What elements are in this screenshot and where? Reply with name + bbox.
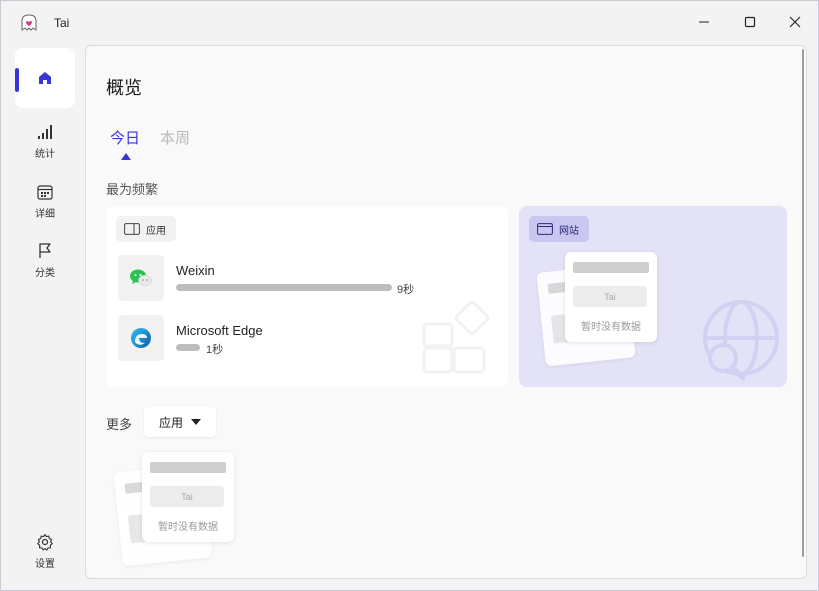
caret-down-icon (191, 419, 201, 425)
more-section-label: 更多 (106, 417, 133, 432)
placeholder-line (150, 462, 226, 473)
sidebar-item-label: 详细 (35, 209, 55, 220)
websites-chip[interactable]: 网站 (529, 216, 589, 242)
sidebar-item-label: 设置 (35, 559, 55, 570)
app-logo-icon (21, 14, 37, 31)
tab-week[interactable]: 本周 (160, 127, 190, 148)
minimize-icon (699, 21, 709, 23)
maximize-button[interactable] (727, 1, 773, 43)
more-type-dropdown[interactable]: 应用 (144, 407, 216, 437)
sidebar-item-label: 统计 (35, 149, 55, 160)
empty-logo-text: Tai (150, 486, 224, 507)
app-icon-container (118, 255, 164, 301)
close-button[interactable] (772, 1, 818, 43)
edge-icon (131, 328, 151, 348)
placeholder-line (573, 262, 649, 273)
empty-card-front: Tai 暂时没有数据 (565, 252, 657, 342)
sidebar-item-stats[interactable]: 统计 (15, 123, 75, 160)
minimize-button[interactable] (681, 1, 727, 43)
flag-icon (39, 243, 51, 258)
usage-bar (176, 344, 200, 351)
list-item[interactable]: Weixin 9秒 (118, 255, 498, 301)
dropdown-selected-value: 应用 (158, 415, 183, 430)
scrollbar[interactable] (802, 49, 804, 557)
app-window-icon (124, 223, 140, 235)
sidebar-item-settings[interactable]: 设置 (15, 533, 75, 570)
sidebar-item-category[interactable]: 分类 (15, 242, 75, 279)
calendar-icon (37, 185, 53, 200)
weixin-icon (130, 269, 152, 286)
usage-duration: 1秒 (206, 344, 224, 356)
close-icon (789, 16, 801, 28)
frequent-apps-card: 应用 Weixin 9秒 Microsoft Edge 1秒 (106, 206, 508, 387)
gear-icon (37, 533, 53, 551)
empty-message: 暂时没有数据 (581, 322, 641, 333)
empty-state: Tai 暂时没有数据 (113, 452, 238, 567)
apps-chip[interactable]: 应用 (116, 216, 176, 242)
frequent-section-label: 最为频繁 (106, 182, 159, 197)
sidebar-item-home[interactable] (15, 48, 75, 108)
sidebar-item-label: 分类 (35, 268, 55, 279)
app-name: Microsoft Edge (176, 323, 263, 338)
page-title: 概览 (106, 78, 142, 98)
window-title: Tai (54, 16, 70, 30)
empty-card-front: Tai 暂时没有数据 (142, 452, 234, 542)
app-window: Tai 统计 详细 分类 设置 概览 今日 本周 最为频繁 应用 Weixin … (0, 0, 819, 591)
apps-grid-icon (422, 300, 490, 374)
usage-duration: 9秒 (397, 284, 415, 296)
sidebar: 统计 详细 分类 设置 (1, 45, 85, 591)
home-icon (39, 72, 51, 84)
usage-bar (176, 284, 392, 291)
websites-chip-label: 网站 (559, 225, 579, 237)
tab-today[interactable]: 今日 (110, 127, 140, 148)
sidebar-item-detail[interactable]: 详细 (15, 183, 75, 220)
signal-bars-icon (38, 125, 52, 139)
globe-search-icon (703, 300, 779, 381)
app-name: Weixin (176, 263, 215, 278)
title-bar: Tai (1, 1, 818, 45)
tab-active-indicator (121, 153, 131, 160)
active-indicator (15, 68, 19, 92)
app-icon-container (118, 315, 164, 361)
empty-logo-text: Tai (573, 286, 647, 307)
empty-state: Tai 暂时没有数据 (536, 252, 661, 367)
empty-message: 暂时没有数据 (158, 522, 218, 533)
apps-chip-label: 应用 (146, 225, 166, 237)
browser-window-icon (537, 223, 553, 235)
main-content: 概览 今日 本周 最为频繁 应用 Weixin 9秒 Microsoft Edg… (85, 45, 807, 579)
maximize-icon (744, 16, 756, 28)
frequent-websites-card: 网站 Tai 暂时没有数据 (519, 206, 787, 387)
